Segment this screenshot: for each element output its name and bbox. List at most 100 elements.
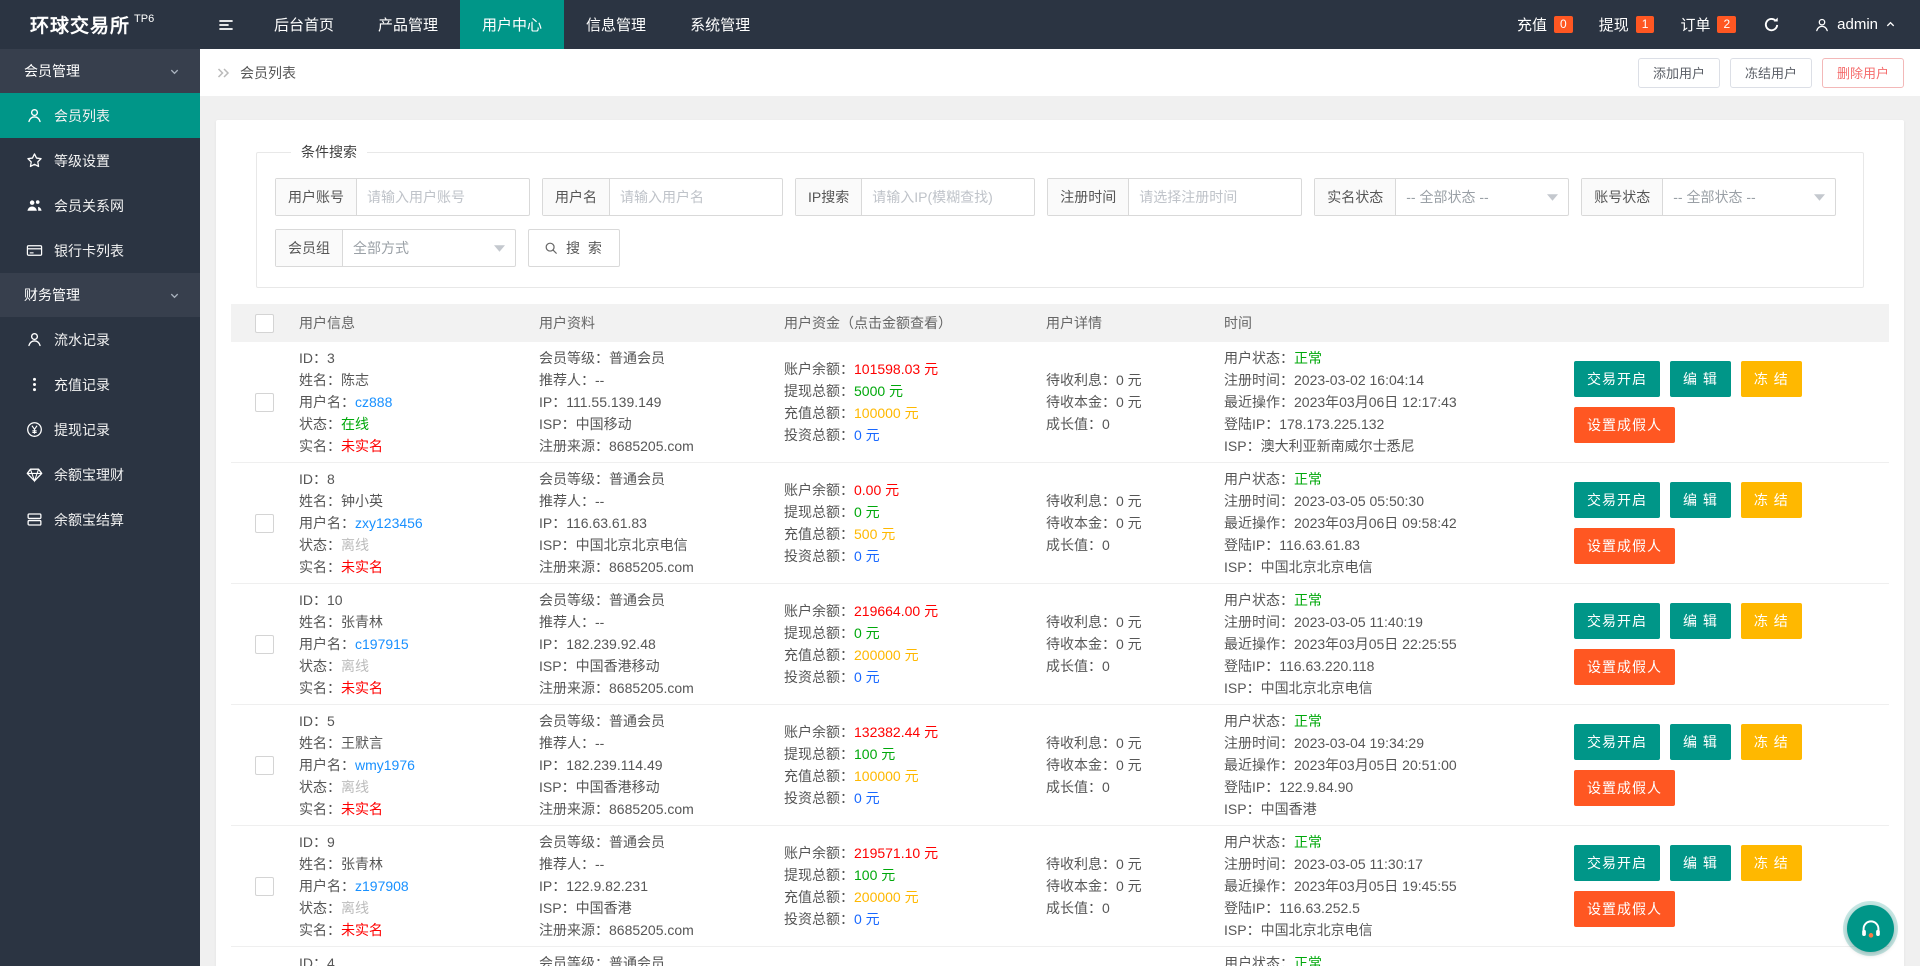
- sidebar-item[interactable]: 流水记录: [0, 317, 200, 362]
- account-balance-value[interactable]: 101598.03 元: [854, 361, 938, 377]
- realname-status: 实名：未实名: [299, 919, 527, 941]
- invest-total-value[interactable]: 0 元: [854, 427, 880, 443]
- refresh-button[interactable]: [1749, 16, 1794, 33]
- last-operation-time-value: 2023年03月06日 12:17:43: [1294, 394, 1457, 410]
- topbar-stat[interactable]: 充值 0: [1504, 0, 1586, 49]
- freeze-button[interactable]: 冻 结: [1740, 845, 1802, 881]
- sidebar-toggle-button[interactable]: [200, 0, 252, 49]
- freeze-button[interactable]: 冻 结: [1740, 361, 1802, 397]
- app-logo[interactable]: 环球交易所 TP6: [0, 0, 200, 49]
- topbar-stat[interactable]: 订单 2: [1667, 0, 1749, 49]
- username-link-value[interactable]: zxy123456: [355, 515, 423, 531]
- edit-button[interactable]: 编 辑: [1670, 724, 1731, 760]
- row-checkbox[interactable]: [255, 392, 274, 412]
- row-checkbox[interactable]: [255, 634, 274, 654]
- search-button-label: 搜 索: [566, 240, 604, 256]
- freeze-button[interactable]: 冻 结: [1740, 603, 1802, 639]
- topnav-item[interactable]: 用户中心: [460, 0, 565, 49]
- filter-input[interactable]: [1129, 179, 1302, 215]
- invest-total-value[interactable]: 0 元: [854, 790, 880, 806]
- recharge-total-value[interactable]: 200000 元: [854, 889, 919, 905]
- admin-menu[interactable]: admin: [1794, 16, 1904, 33]
- sidebar-item[interactable]: 余额宝理财: [0, 452, 200, 497]
- customer-service-button[interactable]: [1847, 905, 1894, 952]
- invest-total-value[interactable]: 0 元: [854, 548, 880, 564]
- main-content: 会员列表 添加用户冻结用户删除用户 条件搜索 用户账号用户名IP搜索注册时间实名…: [200, 49, 1920, 966]
- freeze-button[interactable]: 冻 结: [1740, 482, 1802, 518]
- account-balance: 账户余额：0.00 元: [784, 479, 1034, 501]
- register-source: 注册来源：8685205.com: [539, 798, 772, 820]
- cell-label: ISP：: [1224, 801, 1261, 817]
- account-balance-value[interactable]: 0.00 元: [854, 482, 899, 498]
- sidebar-group-header[interactable]: 会员管理: [0, 49, 200, 93]
- username-link-value[interactable]: cz888: [355, 394, 392, 410]
- edit-button[interactable]: 编 辑: [1670, 603, 1731, 639]
- set-fake-user-button[interactable]: 设置成假人: [1574, 770, 1675, 806]
- trade-toggle-button[interactable]: 交易开启: [1574, 482, 1660, 518]
- sidebar-item[interactable]: 会员关系网: [0, 183, 200, 228]
- trade-toggle-button[interactable]: 交易开启: [1574, 724, 1660, 760]
- select-all-checkbox[interactable]: [255, 313, 274, 333]
- account-balance: 账户余额：219664.00 元: [784, 600, 1034, 622]
- search-button[interactable]: 搜 索: [528, 229, 620, 267]
- topbar-stat[interactable]: 提现 1: [1586, 0, 1668, 49]
- sidebar-item[interactable]: 余额宝结算: [0, 497, 200, 542]
- row-checkbox[interactable]: [255, 876, 274, 896]
- filter-input[interactable]: [862, 179, 1035, 215]
- recharge-total-value[interactable]: 100000 元: [854, 405, 919, 421]
- page-action-button[interactable]: 添加用户: [1637, 57, 1720, 88]
- recharge-total-value[interactable]: 500 元: [854, 526, 895, 542]
- topnav-item[interactable]: 信息管理: [564, 0, 668, 49]
- row-checkbox[interactable]: [255, 513, 274, 533]
- invest-total-value[interactable]: 0 元: [854, 669, 880, 685]
- freeze-button[interactable]: 冻 结: [1740, 724, 1802, 760]
- account-balance-value[interactable]: 219664.00 元: [854, 603, 938, 619]
- withdraw-total-value[interactable]: 100 元: [854, 746, 895, 762]
- sidebar-item[interactable]: 等级设置: [0, 138, 200, 183]
- topnav-item[interactable]: 产品管理: [356, 0, 460, 49]
- set-fake-user-button[interactable]: 设置成假人: [1574, 649, 1675, 685]
- username-link-value[interactable]: z197908: [355, 878, 409, 894]
- edit-button[interactable]: 编 辑: [1670, 482, 1731, 518]
- trade-toggle-button[interactable]: 交易开启: [1574, 361, 1660, 397]
- row-checkbox[interactable]: [255, 755, 274, 775]
- sidebar-group-header[interactable]: 财务管理: [0, 273, 200, 317]
- topnav-item[interactable]: 系统管理: [668, 0, 772, 49]
- row-select-cell: [231, 513, 287, 533]
- page-action-button[interactable]: 删除用户: [1821, 57, 1904, 88]
- filter-input[interactable]: [610, 179, 782, 215]
- filter-select[interactable]: 全部方式: [343, 230, 515, 266]
- sidebar-item[interactable]: 提现记录: [0, 407, 200, 452]
- filter-select[interactable]: -- 全部状态 --: [1396, 179, 1568, 215]
- set-fake-user-button[interactable]: 设置成假人: [1574, 891, 1675, 927]
- account-balance-value[interactable]: 132382.44 元: [854, 724, 938, 740]
- account-balance-value[interactable]: 219571.10 元: [854, 845, 938, 861]
- username-link-value[interactable]: wmy1976: [355, 757, 415, 773]
- withdraw-total-value[interactable]: 0 元: [854, 504, 880, 520]
- trade-toggle-button[interactable]: 交易开启: [1574, 603, 1660, 639]
- username-link-value[interactable]: c197915: [355, 636, 409, 652]
- topnav-item[interactable]: 后台首页: [252, 0, 356, 49]
- edit-button[interactable]: 编 辑: [1670, 845, 1731, 881]
- withdraw-total-value[interactable]: 5000 元: [854, 383, 903, 399]
- withdraw-total-value[interactable]: 0 元: [854, 625, 880, 641]
- last-operation-time: 最近操作：2023年03月05日 19:45:55: [1224, 875, 1562, 897]
- recharge-total-value[interactable]: 100000 元: [854, 768, 919, 784]
- filter-input[interactable]: [357, 179, 529, 215]
- sidebar-item[interactable]: 银行卡列表: [0, 228, 200, 273]
- pending-principal-value: 0 元: [1116, 757, 1142, 773]
- user-id-value: 5: [327, 713, 335, 729]
- invest-total-value[interactable]: 0 元: [854, 911, 880, 927]
- login-isp: ISP：中国香港: [1224, 798, 1562, 820]
- recharge-total-value[interactable]: 200000 元: [854, 647, 919, 663]
- filter-select[interactable]: -- 全部状态 --: [1663, 179, 1835, 215]
- sidebar-item[interactable]: 充值记录: [0, 362, 200, 407]
- set-fake-user-button[interactable]: 设置成假人: [1574, 407, 1675, 443]
- edit-button[interactable]: 编 辑: [1670, 361, 1731, 397]
- cell-label: IP：: [539, 394, 567, 410]
- set-fake-user-button[interactable]: 设置成假人: [1574, 528, 1675, 564]
- withdraw-total-value[interactable]: 100 元: [854, 867, 895, 883]
- page-action-button[interactable]: 冻结用户: [1729, 57, 1812, 88]
- sidebar-item[interactable]: 会员列表: [0, 93, 200, 138]
- trade-toggle-button[interactable]: 交易开启: [1574, 845, 1660, 881]
